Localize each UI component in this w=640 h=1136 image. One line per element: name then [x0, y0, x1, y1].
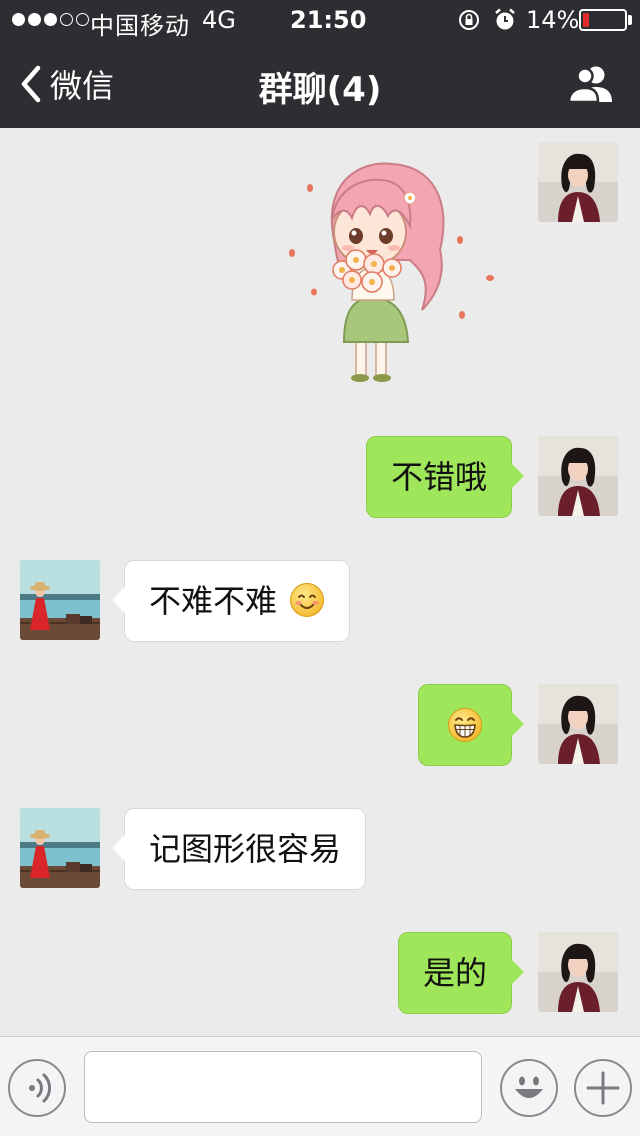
status-bar: 中国移动 4G 21:50 14%	[0, 0, 640, 40]
my-avatar[interactable]	[538, 932, 618, 1012]
message-input-bar	[0, 1036, 640, 1136]
battery-level	[583, 13, 589, 27]
top-bar: 中国移动 4G 21:50 14% 微信 群聊(4)	[0, 0, 640, 128]
plus-icon	[586, 1071, 620, 1105]
outgoing-message-bubble[interactable]: 不错哦	[365, 436, 525, 518]
alarm-icon	[495, 8, 515, 30]
message-text: 不错哦	[390, 458, 487, 496]
battery-nub	[628, 15, 632, 25]
group-members-icon[interactable]	[566, 64, 614, 104]
status-time: 21:50	[290, 6, 367, 34]
outgoing-message-bubble[interactable]: 是的	[397, 932, 525, 1014]
my-avatar[interactable]	[538, 142, 618, 222]
grin-emoji-icon	[448, 708, 482, 742]
back-button[interactable]: 微信	[18, 60, 114, 108]
contact-avatar[interactable]	[20, 808, 100, 888]
voice-icon	[29, 1073, 51, 1103]
more-options-button[interactable]	[574, 1059, 632, 1117]
network-type: 4G	[202, 6, 236, 34]
message-text-input[interactable]	[84, 1051, 482, 1123]
contact-avatar[interactable]	[20, 560, 100, 640]
emoji-button[interactable]	[500, 1059, 558, 1117]
battery-percentage: 14%	[526, 6, 580, 34]
message-text: 是的	[422, 954, 487, 992]
incoming-message-bubble[interactable]: 记图形很容易	[111, 808, 367, 890]
outgoing-emoji-bubble[interactable]	[418, 684, 524, 766]
my-avatar[interactable]	[538, 436, 618, 516]
my-avatar[interactable]	[538, 684, 618, 764]
message-text: 不难不难	[149, 582, 278, 620]
incoming-message-bubble[interactable]: 不难不难	[111, 560, 351, 642]
chevron-left-icon	[21, 65, 41, 103]
chat-message-list[interactable]: 不错哦 不难不难 记图形很容易 是的	[0, 128, 640, 1036]
carrier-name: 中国移动	[90, 12, 190, 40]
chat-title: 群聊(4)	[258, 70, 382, 110]
smile-emoji-icon	[290, 583, 325, 617]
signal-strength-icon	[12, 13, 89, 26]
rotation-lock-icon	[459, 10, 479, 30]
sticker-girl-with-flowers[interactable]	[282, 160, 502, 386]
message-text: 记图形很容易	[149, 830, 342, 868]
navigation-bar: 微信 群聊(4)	[0, 40, 640, 128]
back-label: 微信	[50, 67, 115, 105]
voice-input-button[interactable]	[8, 1059, 66, 1117]
smiley-face-icon	[515, 1076, 543, 1098]
battery-icon	[579, 9, 627, 31]
